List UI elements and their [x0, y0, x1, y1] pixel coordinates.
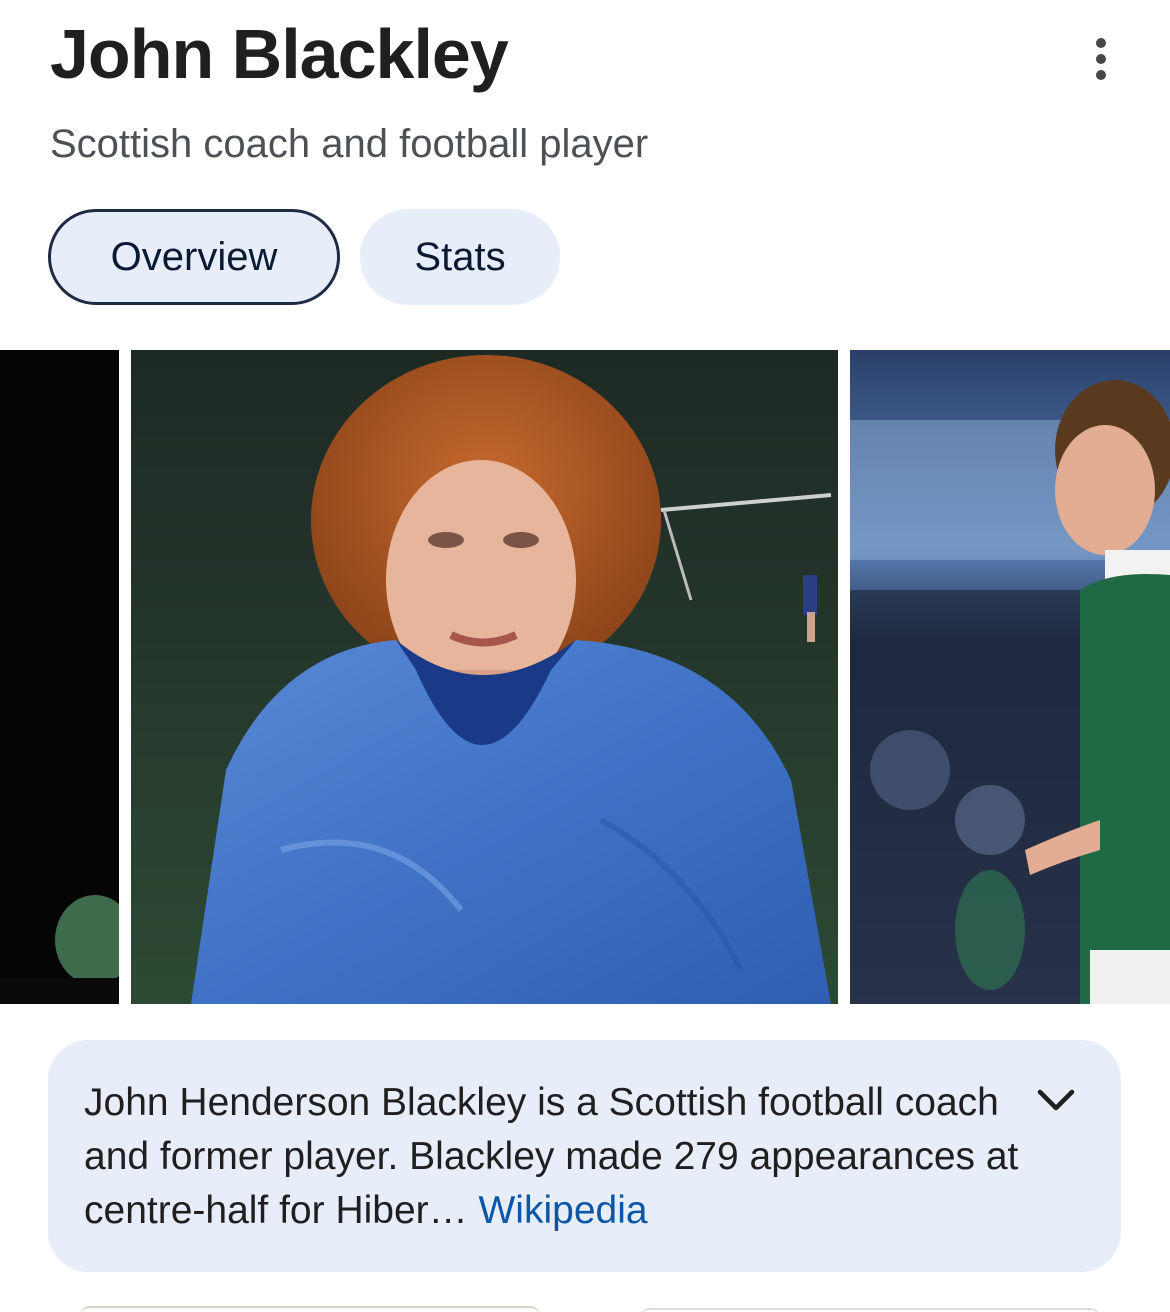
next-card-peek-2: [640, 1308, 1100, 1312]
page-title: John Blackley: [50, 15, 509, 93]
image-carousel[interactable]: [0, 350, 1170, 1004]
tab-overview[interactable]: Overview: [48, 209, 340, 305]
more-vert-icon: [1096, 38, 1106, 48]
tab-bar: Overview Stats: [48, 209, 560, 305]
image-partial-left[interactable]: [0, 350, 119, 1004]
description-text: John Henderson Blackley is a Scottish fo…: [84, 1076, 1044, 1238]
image-blue-tracksuit[interactable]: [131, 350, 838, 1004]
chevron-down-icon[interactable]: [1034, 1082, 1078, 1118]
more-vert-icon-dot: [1096, 70, 1106, 80]
wikipedia-link[interactable]: Wikipedia: [478, 1189, 647, 1232]
page-subtitle: Scottish coach and football player: [50, 122, 649, 166]
next-card-peek: [80, 1306, 540, 1312]
tab-stats[interactable]: Stats: [360, 209, 560, 305]
description-ellipsis: …: [428, 1189, 468, 1232]
knowledge-panel: John Blackley Scottish coach and footbal…: [0, 0, 1170, 1312]
more-options-button[interactable]: [1078, 36, 1124, 82]
description-card[interactable]: John Henderson Blackley is a Scottish fo…: [48, 1040, 1121, 1272]
more-vert-icon-dot: [1096, 54, 1106, 64]
image-green-kit[interactable]: [850, 350, 1170, 1004]
